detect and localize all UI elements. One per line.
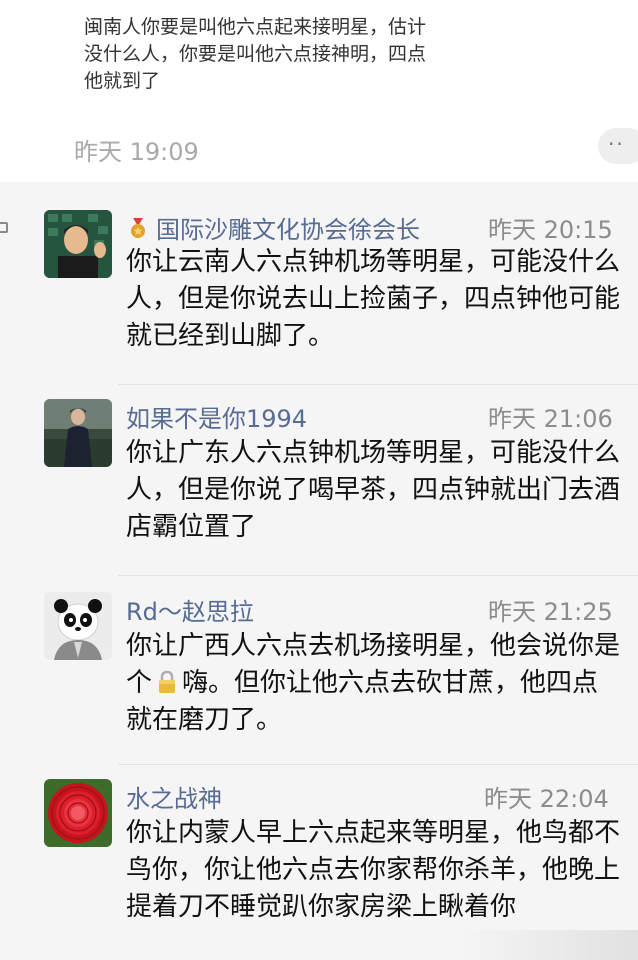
avatar[interactable] xyxy=(44,592,112,660)
comment-item[interactable]: 国际沙雕文化协会徐会长 昨天 20:15 你让云南人六点钟机场等明星，可能没什么… xyxy=(0,182,638,382)
avatar[interactable] xyxy=(44,210,112,278)
comment-text: 你让广西人六点去机场接明星，他会说你是个 嗨。但你让他六点去砍甘蔗，他四点就在磨… xyxy=(126,628,621,739)
previous-comment-text: 闽南人你要是叫他六点起来接明星，估计没什么人，你要是叫他六点接神明，四点他就到了 xyxy=(84,16,427,92)
comment-time: 昨天 21:06 xyxy=(488,405,613,433)
comment-text: 你让内蒙人早上六点起来等明星，他鸟都不鸟你，你让他六点去你家帮你杀羊，他晚上提着… xyxy=(126,818,621,922)
comment-author-name: 国际沙雕文化协会徐会长 xyxy=(156,216,420,244)
comment-time: 昨天 20:15 xyxy=(488,216,613,244)
avatar[interactable] xyxy=(44,399,112,467)
comment-author[interactable]: Rd～赵思拉 xyxy=(126,592,254,627)
comment-list: 国际沙雕文化协会徐会长 昨天 20:15 你让云南人六点钟机场等明星，可能没什么… xyxy=(0,182,638,960)
more-options-button[interactable]: ·· xyxy=(598,128,638,164)
comment-time: 昨天 22:04 xyxy=(484,785,609,813)
comment-author[interactable]: 水之战神 xyxy=(126,779,222,814)
medal-icon xyxy=(131,218,145,238)
watermark-blur xyxy=(460,930,638,960)
comment-author[interactable]: 如果不是你1994 xyxy=(126,399,307,434)
comment-text: 你让广东人六点钟机场等明星，可能没什么人，但是你说了喝早茶，四点钟就出门去酒店霸… xyxy=(126,438,621,542)
comment-item[interactable]: 如果不是你1994 昨天 21:06 你让广东人六点钟机场等明星，可能没什么人，… xyxy=(0,385,638,575)
previous-comment-card: 闽南人你要是叫他六点起来接明星，估计没什么人，你要是叫他六点接神明，四点他就到了… xyxy=(0,0,638,182)
comment-author[interactable]: 国际沙雕文化协会徐会长 xyxy=(126,210,420,245)
comment-text-after: 嗨。但你让他六点去砍甘蔗，他四点就在磨刀了。 xyxy=(126,668,599,735)
lock-icon xyxy=(159,670,176,693)
comment-time: 昨天 21:25 xyxy=(488,598,613,626)
comment-item[interactable]: Rd～赵思拉 昨天 21:25 你让广西人六点去机场接明星，他会说你是个 嗨。但… xyxy=(0,576,638,766)
avatar[interactable] xyxy=(44,779,112,847)
previous-comment-time: 昨天 19:09 xyxy=(74,138,199,166)
comment-text: 你让云南人六点钟机场等明星，可能没什么人，但是你说去山上捡菌子，四点钟他可能就已… xyxy=(126,247,621,351)
